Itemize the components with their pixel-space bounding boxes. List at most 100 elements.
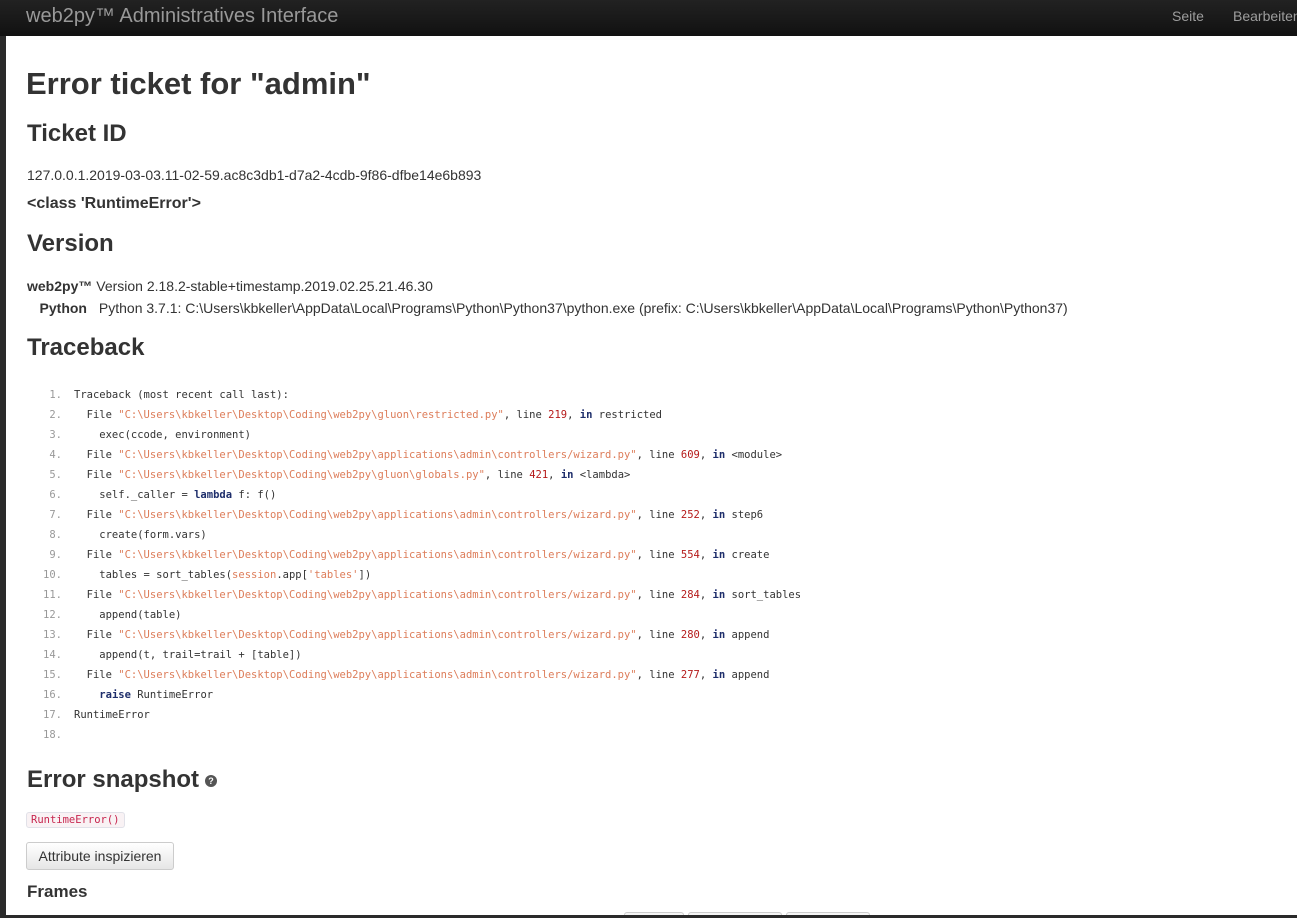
traceback-line: 10. tables = sort_tables(session.app['ta… (26, 565, 926, 585)
page-title: Error ticket for "admin" (26, 66, 371, 101)
line-number: 13. (43, 629, 62, 641)
code-token: File (74, 629, 119, 641)
main-content: Error ticket for "admin" Ticket ID 127.0… (6, 36, 1297, 915)
frames-heading: Frames (27, 882, 88, 901)
frame-tab[interactable] (786, 912, 870, 915)
line-number: 6. (49, 489, 62, 501)
line-number: 11. (43, 589, 62, 601)
code-token: self._caller = (74, 489, 195, 501)
code-token: File (74, 669, 119, 681)
code-token: "C:\Users\kbkeller\Desktop\Coding\web2py… (118, 549, 637, 561)
code-token: ]) (358, 569, 372, 581)
code-token: 609 (680, 449, 700, 461)
traceback-line: 8. create(form.vars) (26, 525, 926, 545)
code-token: , (567, 409, 580, 421)
snapshot-heading-text: Error snapshot (27, 766, 200, 793)
code-token: , (699, 549, 713, 561)
code-token: 277 (680, 669, 700, 681)
code-token: 280 (680, 629, 700, 641)
code-token: in (712, 629, 726, 641)
code-token: in (712, 589, 726, 601)
code-token: session (232, 569, 277, 581)
code-token: <module> (725, 449, 783, 461)
traceback-line: 9. File "C:\Users\kbkeller\Desktop\Codin… (26, 545, 926, 565)
code-token: File (74, 469, 119, 481)
line-number: 15. (43, 669, 62, 681)
traceback-line: 4. File "C:\Users\kbkeller\Desktop\Codin… (26, 445, 926, 465)
nav-link-bearbeiten[interactable]: Bearbeiten (1233, 8, 1297, 24)
code-token: File (74, 589, 119, 601)
traceback-line: 16. raise RuntimeError (26, 685, 926, 705)
code-token: 421 (529, 469, 549, 481)
traceback-line: 3. exec(ccode, environment) (26, 425, 926, 445)
line-number: 9. (49, 549, 62, 561)
line-number: 7. (49, 509, 62, 521)
ticket-heading: Ticket ID (27, 120, 127, 147)
version-value: Version 2.18.2-stable+timestamp.2019.02.… (96, 278, 433, 294)
traceback-line: 6. self._caller = lambda f: f() (26, 485, 926, 505)
traceback-line: 1. Traceback (most recent call last): (26, 385, 926, 405)
code-token: in (560, 469, 574, 481)
code-token: "C:\Users\kbkeller\Desktop\Coding\web2py… (118, 449, 637, 461)
snapshot-value: RuntimeError() (26, 812, 125, 828)
code-token: , (699, 589, 713, 601)
line-number: 16. (43, 689, 62, 701)
code-token: , line (503, 409, 549, 421)
frame-tab[interactable] (624, 912, 684, 915)
traceback-line: 5. File "C:\Users\kbkeller\Desktop\Codin… (26, 465, 926, 485)
version-row-python: Python Python 3.7.1: C:\Users\kbkeller\A… (27, 300, 1068, 316)
version-key: web2py™ (27, 278, 93, 294)
code-token: 554 (680, 549, 700, 561)
code-token: , line (636, 509, 681, 521)
code-token: in (712, 449, 726, 461)
error-class: <class 'RuntimeError'> (27, 195, 201, 212)
line-number: 14. (43, 649, 62, 661)
code-token: raise (99, 689, 131, 701)
line-number: 2. (49, 409, 62, 421)
code-token: , (699, 449, 713, 461)
code-token: in (712, 509, 726, 521)
traceback-line: 2. File "C:\Users\kbkeller\Desktop\Codin… (26, 405, 926, 425)
inspect-attributes-button[interactable]: Attribute inspizieren (26, 842, 174, 870)
brand-title[interactable]: web2py™ Administratives Interface (26, 5, 338, 28)
traceback-line: 15. File "C:\Users\kbkeller\Desktop\Codi… (26, 665, 926, 685)
line-number: 1. (49, 389, 62, 401)
code-token: 284 (680, 589, 700, 601)
code-token: File (74, 409, 119, 421)
line-number: 18. (43, 729, 62, 741)
code-token: , (699, 629, 713, 641)
code-token: , (699, 509, 713, 521)
code-token: create(form.vars) (74, 529, 207, 541)
code-token: "C:\Users\kbkeller\Desktop\Coding\web2py… (118, 629, 637, 641)
code-token: , line (636, 549, 681, 561)
code-token: sort_tables (725, 589, 802, 601)
line-number: 3. (49, 429, 62, 441)
question-circle-icon[interactable]: ? (205, 774, 218, 787)
code-token: exec(ccode, environment) (74, 429, 252, 441)
code-token: lambda (194, 489, 233, 501)
traceback-line: 7. File "C:\Users\kbkeller\Desktop\Codin… (26, 505, 926, 525)
traceback-line: 11. File "C:\Users\kbkeller\Desktop\Codi… (26, 585, 926, 605)
line-number: 5. (49, 469, 62, 481)
code-token: in (579, 409, 593, 421)
frame-tab[interactable] (688, 912, 782, 915)
code-token: in (712, 549, 726, 561)
code-token: , line (636, 629, 681, 641)
nav-link-seite[interactable]: Seite (1172, 8, 1204, 24)
snapshot-heading: Error snapshot? (27, 766, 218, 794)
line-number: 17. (43, 709, 62, 721)
traceback-line: 14. append(t, trail=trail + [table]) (26, 645, 926, 665)
code-token: RuntimeError (130, 689, 214, 701)
code-token: File (74, 449, 119, 461)
code-token: , line (636, 589, 681, 601)
traceback-line: 18. (26, 725, 926, 745)
code-token: "C:\Users\kbkeller\Desktop\Coding\web2py… (118, 469, 485, 481)
version-value: Python 3.7.1: C:\Users\kbkeller\AppData\… (98, 300, 1068, 316)
code-token: "C:\Users\kbkeller\Desktop\Coding\web2py… (118, 509, 637, 521)
traceback-line: 17. RuntimeError (26, 705, 926, 725)
code-token: create (725, 549, 770, 561)
traceback-line: 13. File "C:\Users\kbkeller\Desktop\Codi… (26, 625, 926, 645)
traceback-heading: Traceback (27, 334, 145, 361)
code-token: , line (484, 469, 530, 481)
code-token: , line (636, 449, 681, 461)
